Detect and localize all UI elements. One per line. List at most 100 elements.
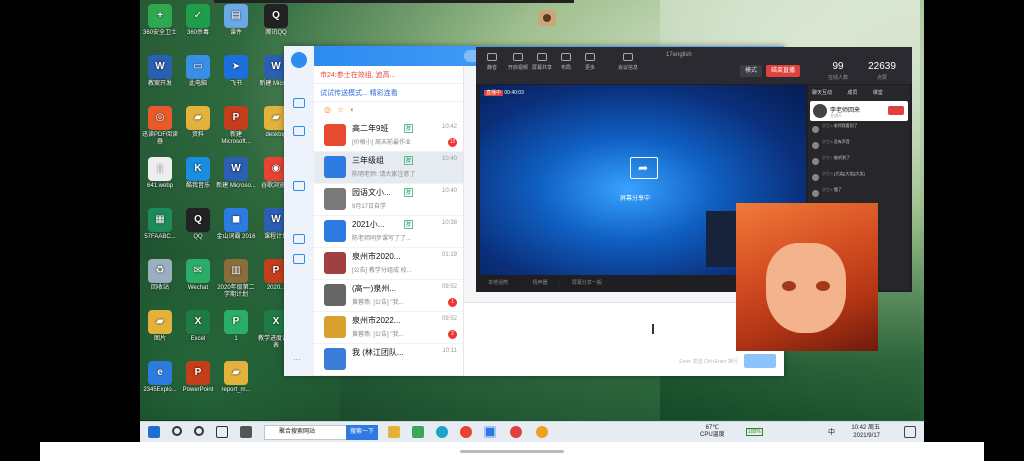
camera-icon[interactable] bbox=[538, 10, 556, 26]
desktop-icon[interactable]: X Excel bbox=[178, 310, 218, 343]
send-hint: Enter 发送 Ctrl+Enter 换行 bbox=[679, 359, 738, 365]
notice-banner-2[interactable]: 试试传送模式... 精彩连看 bbox=[314, 84, 463, 102]
conv-msg: 黄蓉燕: [公告] "我... bbox=[352, 300, 404, 306]
weather-sub: CPU温度 bbox=[700, 432, 725, 438]
desktop-icon[interactable]: ▭ 此电脑 bbox=[178, 55, 218, 88]
record-icon[interactable] bbox=[510, 426, 522, 438]
notice-banner[interactable]: 市24:参士在效组, 追高... bbox=[314, 66, 463, 84]
desktop-icon[interactable]: e 2345Explo... bbox=[140, 361, 180, 394]
app-icon: W bbox=[148, 55, 172, 79]
desktop-icon[interactable]: +360安全卫士 bbox=[140, 4, 180, 37]
desktop-icon[interactable]: P 新建 Microsoft... bbox=[216, 106, 256, 146]
desktop-icon[interactable]: ▰ 资料 bbox=[178, 106, 218, 139]
app-icon[interactable] bbox=[536, 426, 548, 438]
conv-name: 2021小... bbox=[352, 220, 385, 229]
end-live-button[interactable]: 结束直播 bbox=[766, 65, 800, 77]
file-explorer-icon[interactable] bbox=[388, 426, 400, 438]
clock[interactable]: 10:42 周五 2021/9/17 bbox=[840, 424, 880, 440]
start-button[interactable] bbox=[148, 426, 160, 438]
desktop-icon[interactable]: ➤ 飞书 bbox=[216, 55, 256, 88]
conv-tag: 群 bbox=[404, 188, 414, 197]
app-icon: ▥ bbox=[224, 259, 248, 283]
avatar[interactable] bbox=[291, 52, 307, 68]
browser-search-button[interactable]: 搜索一下 bbox=[346, 425, 378, 440]
widgets-icon[interactable] bbox=[240, 426, 252, 438]
desktop-icon[interactable]: K 酷我音乐 bbox=[178, 157, 218, 190]
desktop-icon[interactable]: ✉ Wechat bbox=[178, 259, 218, 292]
chat-tabs[interactable]: 聊天互动 成员 课堂 bbox=[808, 85, 910, 99]
doc-icon[interactable] bbox=[293, 126, 305, 136]
list-item[interactable]: 三年级组 群 10:40 陈明老师: 请大家注意了 bbox=[314, 152, 463, 184]
desktop-icon[interactable]: Q 腾讯QQ bbox=[256, 4, 296, 37]
stat-online-value: 99 bbox=[832, 61, 844, 72]
mode-button[interactable]: 模式 bbox=[740, 65, 762, 77]
desktop-icon[interactable]: ▥ 2020年级第二学期计划 bbox=[216, 259, 256, 299]
app-icon: X bbox=[186, 310, 210, 334]
battery-indicator[interactable]: 100% bbox=[746, 428, 763, 436]
home-indicator[interactable] bbox=[460, 450, 564, 453]
chat-text: 老师我看到了 bbox=[833, 123, 858, 128]
desktop-icon[interactable]: ▦ 57FAABC... bbox=[140, 208, 180, 241]
list-item[interactable]: (高一)泉州... 09:52 黄蓉燕: [公告] "我... 1 bbox=[314, 280, 463, 312]
list-item[interactable]: 我 (林江团队... 10:11 bbox=[314, 344, 463, 376]
toolbar-label: 布局 bbox=[560, 65, 571, 71]
app-icon: ▭ bbox=[186, 55, 210, 79]
notification-icon[interactable] bbox=[904, 426, 916, 438]
message-icon[interactable] bbox=[293, 98, 305, 108]
list-item[interactable]: 高二年9班 群 10:42 [价格小] 周末前最作业 12 bbox=[314, 120, 463, 152]
desktop-icon[interactable]: ▯ 641.webp bbox=[140, 157, 180, 190]
avatar bbox=[324, 252, 346, 274]
task-view-icon[interactable] bbox=[216, 426, 228, 438]
app-icon: ▰ bbox=[148, 310, 172, 334]
desktop-icon[interactable]: W 新建 Microso... bbox=[216, 157, 256, 190]
conv-time: 10:38 bbox=[441, 220, 457, 226]
desktop-icon[interactable]: ▤ 课件 bbox=[216, 4, 256, 37]
calendar-icon[interactable] bbox=[293, 254, 305, 264]
desktop-icon[interactable]: ♻ 回收站 bbox=[140, 259, 180, 292]
desktop-icon[interactable]: P1 bbox=[216, 310, 256, 343]
weather-widget[interactable]: 67℃ CPU温度 bbox=[700, 425, 725, 439]
conversation-list: 市24:参士在效组, 追高... 试试传送模式... 精彩连看 ◎☆◐ 高二年9… bbox=[314, 66, 464, 376]
contacts-icon[interactable] bbox=[293, 181, 305, 191]
desktop-icon-label: 57FAABC... bbox=[144, 234, 176, 240]
app-icon: ♻ bbox=[148, 259, 172, 283]
teams-icon[interactable] bbox=[412, 426, 424, 438]
desktop-icon[interactable]: ▰ report_m... bbox=[216, 361, 256, 394]
follow-button[interactable] bbox=[888, 106, 904, 115]
input-lang[interactable]: 中 bbox=[828, 427, 835, 437]
conv-name: 园语文小... bbox=[352, 188, 391, 197]
toolbar-button[interactable]: 更多 bbox=[578, 51, 602, 71]
desktop-icon[interactable]: ▰ 图片 bbox=[140, 310, 180, 343]
list-item[interactable]: 2021小... 群 10:38 陈老师同步课写了了... bbox=[314, 216, 463, 248]
avatar-eye bbox=[816, 281, 830, 291]
desktop-icon-label: QQ bbox=[193, 234, 203, 240]
toolbar-button[interactable]: 会议信息 bbox=[616, 51, 640, 71]
chrome-icon[interactable] bbox=[460, 426, 472, 438]
edge-icon[interactable] bbox=[436, 426, 448, 438]
desktop-icon[interactable]: Q QQ bbox=[178, 208, 218, 241]
desktop-icon[interactable]: ◎ 迅读PDF阅读器 bbox=[140, 106, 180, 146]
search-icon[interactable] bbox=[172, 426, 182, 436]
toolbar-button[interactable]: 布局 bbox=[554, 51, 578, 71]
app-icon: ✉ bbox=[186, 259, 210, 283]
desktop-icon[interactable]: W 教案开发 bbox=[140, 55, 180, 88]
desktop-icon[interactable]: ◼ 金山词霸 2016 bbox=[216, 208, 256, 241]
toolbar-button[interactable]: 静音 bbox=[480, 51, 504, 71]
cortana-icon[interactable] bbox=[194, 426, 204, 436]
host-card[interactable]: 李老师回来 主讲人 bbox=[810, 101, 908, 121]
toolbar-button[interactable]: 屏幕共享 bbox=[530, 51, 554, 71]
apps-icon[interactable] bbox=[293, 234, 305, 244]
list-item[interactable]: 园语文小... 群 10:40 9月17日自学 bbox=[314, 184, 463, 216]
list-filter-tabs[interactable]: ◎☆◐ bbox=[314, 102, 463, 120]
desktop-icon[interactable]: ✓ 360杀毒 bbox=[178, 4, 218, 37]
list-item[interactable]: 泉州市2022... 09:52 黄蓉燕: [公告] "我... 2 bbox=[314, 312, 463, 344]
more-icon[interactable]: ··· bbox=[293, 356, 305, 364]
toolbar-button[interactable]: 开启视频 bbox=[506, 51, 530, 71]
desktop-icon[interactable]: P PowerPoint bbox=[178, 361, 218, 394]
send-button[interactable] bbox=[744, 354, 776, 368]
app-icon: ▯ bbox=[148, 157, 172, 181]
avatar bbox=[324, 188, 346, 210]
feishu-icon[interactable] bbox=[484, 426, 496, 438]
list-item[interactable]: 泉州市2020... 01:19 [公告] 教学分组成 校... bbox=[314, 248, 463, 280]
desktop-icon-label: 2020年级第二学期计划 bbox=[217, 285, 255, 298]
